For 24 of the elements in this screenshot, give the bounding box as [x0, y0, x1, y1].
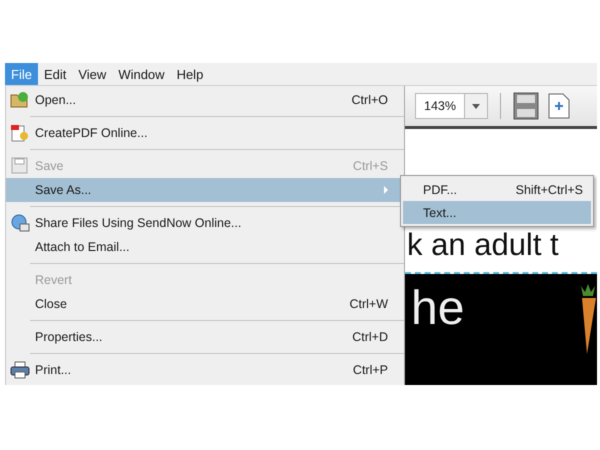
- menu-item[interactable]: Window: [112, 63, 171, 85]
- menu-item[interactable]: Properties... Ctrl+D: [6, 325, 404, 349]
- document-icon: [10, 124, 30, 142]
- chalk-text: he: [411, 284, 464, 337]
- menu-item[interactable]: View: [72, 63, 112, 85]
- menu-item[interactable]: CreatePDF Online...: [6, 121, 404, 145]
- menu-item[interactable]: PDF... Shift+Ctrl+S: [403, 178, 591, 201]
- dropdown-caret-icon: [472, 104, 480, 108]
- menu-item[interactable]: Open... Ctrl+O: [6, 88, 404, 112]
- fit-page-icon[interactable]: [547, 93, 571, 119]
- folder-icon: [10, 91, 30, 109]
- submenu-arrow-icon: [384, 186, 388, 194]
- menu-item[interactable]: Print... Ctrl+P: [6, 358, 404, 382]
- menu-item[interactable]: Text...: [403, 201, 591, 224]
- menu-item[interactable]: Help: [170, 63, 210, 85]
- menu-item[interactable]: Attach to Email...: [6, 235, 404, 259]
- printer-icon: [10, 361, 30, 379]
- menu-item[interactable]: Edit: [38, 63, 72, 85]
- menu-item[interactable]: Share Files Using SendNow Online...: [6, 211, 404, 235]
- menu-item[interactable]: Close Ctrl+W: [6, 292, 404, 316]
- fit-width-icon[interactable]: [513, 92, 539, 120]
- document-text: k an adult t: [407, 228, 559, 262]
- globe-icon: [10, 214, 30, 232]
- zoom-field[interactable]: 143%: [415, 93, 488, 119]
